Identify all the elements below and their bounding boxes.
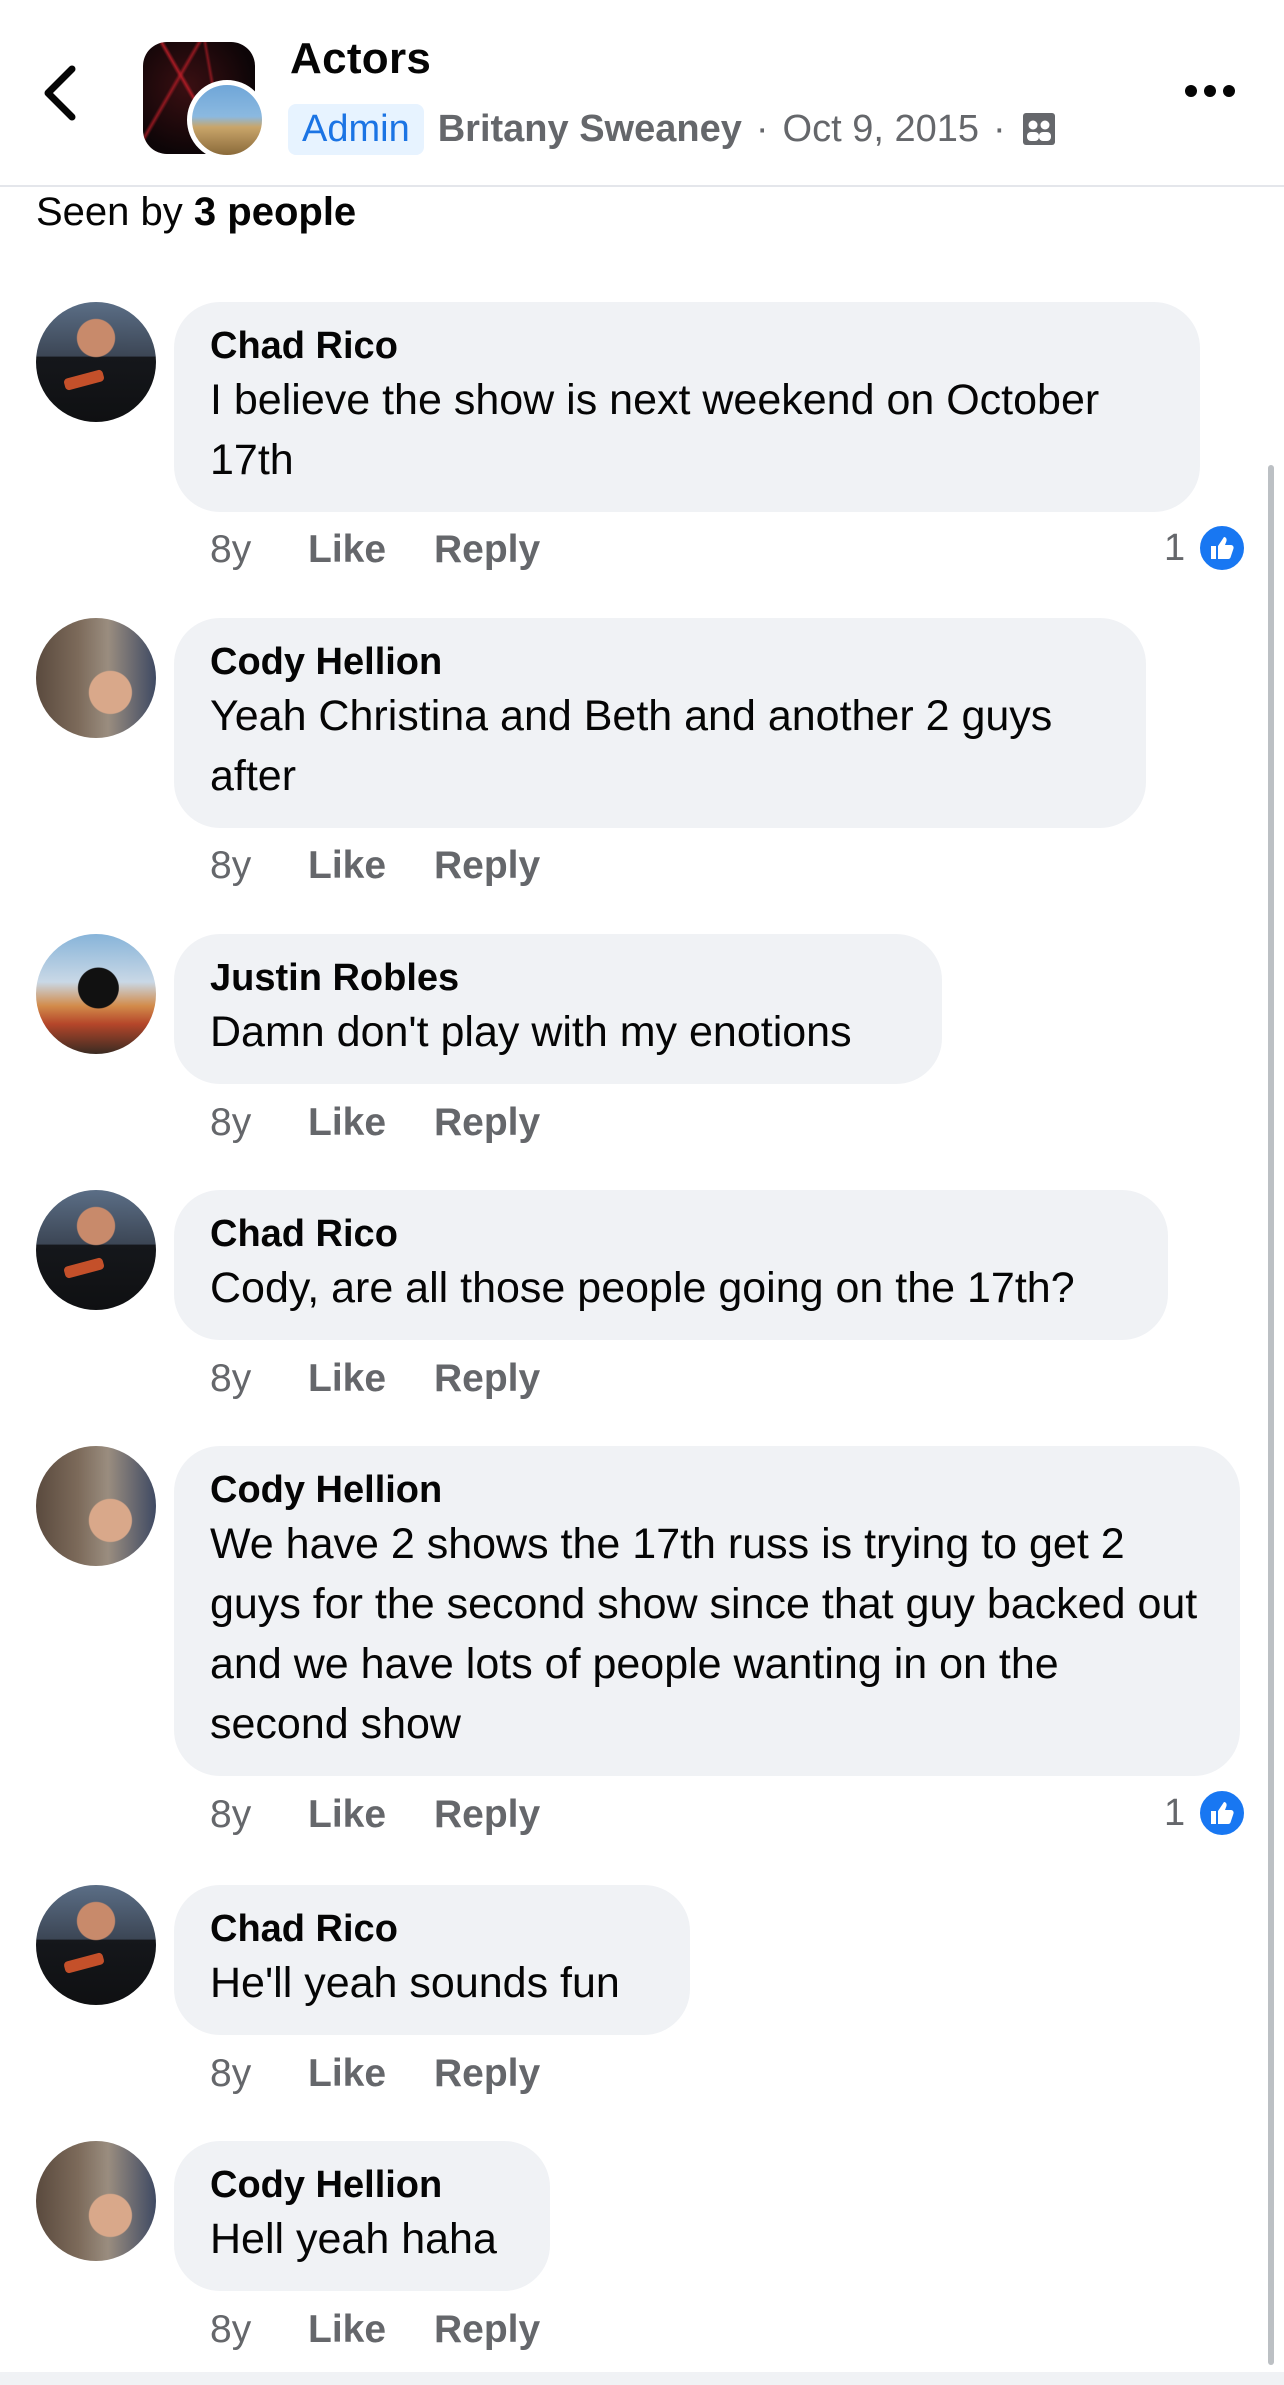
comment-actions: 8y Like Reply [210,1098,540,1148]
comment-bubble[interactable]: Chad Rico He'll yeah sounds fun [174,1885,690,2035]
reaction-number: 1 [1164,1791,1186,1834]
post-comments-screen: Actors Admin Britany Sweaney · Oct 9, 20… [0,0,1284,2385]
poster-avatar[interactable] [187,80,267,160]
comment-author[interactable]: Chad Rico [210,1210,1132,1258]
meta-separator: · [992,107,1006,150]
like-thumb-icon [1197,523,1248,573]
seen-by-prefix: Seen by [36,190,183,234]
comment-bubble[interactable]: Chad Rico I believe the show is next wee… [174,302,1200,512]
comment-author[interactable]: Cody Hellion [210,1466,1204,1514]
like-button[interactable]: Like [308,844,434,888]
back-arrow-icon [44,65,76,121]
comment-author[interactable]: Justin Robles [210,954,906,1002]
group-privacy-icon [1022,113,1055,145]
comment-bubble[interactable]: Justin Robles Damn don't play with my en… [174,934,942,1084]
comment-actions: 8y Like Reply [210,841,540,891]
like-thumb-icon [1197,1788,1248,1838]
comment-time[interactable]: 8y [210,1793,308,1837]
like-button[interactable]: Like [308,2308,434,2352]
comment-text: I believe the show is next weekend on Oc… [210,376,1100,484]
back-button[interactable] [40,58,100,128]
avatar[interactable] [36,302,156,422]
comment-time[interactable]: 8y [210,528,308,572]
reaction-count[interactable]: 1 [1164,523,1248,573]
comment-time[interactable]: 8y [210,1101,308,1145]
like-button[interactable]: Like [308,1357,434,1401]
group-name[interactable]: Actors [290,34,431,84]
avatar[interactable] [36,934,156,1054]
comment-actions: 8y Like Reply [210,525,540,575]
bottom-edge [0,2372,1284,2385]
comment-time[interactable]: 8y [210,844,308,888]
reply-button[interactable]: Reply [434,2052,540,2096]
reply-button[interactable]: Reply [434,1101,540,1145]
reply-button[interactable]: Reply [434,844,540,888]
comment-time[interactable]: 8y [210,2308,308,2352]
admin-badge: Admin [288,103,424,155]
avatar[interactable] [36,1446,156,1566]
avatar[interactable] [36,2141,156,2261]
comment-bubble[interactable]: Chad Rico Cody, are all those people goi… [174,1190,1168,1340]
avatar[interactable] [36,618,156,738]
like-button[interactable]: Like [308,1101,434,1145]
comment-author[interactable]: Cody Hellion [210,638,1110,686]
seen-by-count: 3 people [193,190,357,234]
like-button[interactable]: Like [308,2052,434,2096]
like-button[interactable]: Like [308,1793,434,1837]
reaction-number: 1 [1164,526,1186,569]
comment-time[interactable]: 8y [210,2052,308,2096]
more-options-icon[interactable] [1185,76,1241,106]
seen-by[interactable]: Seen by 3 people [36,190,356,235]
comment-actions: 8y Like Reply [210,1354,540,1404]
comment-actions: 8y Like Reply [210,2305,540,2355]
comment-actions: 8y Like Reply [210,2049,540,2099]
comment-author[interactable]: Chad Rico [210,322,1164,370]
poster-name[interactable]: Britany Sweaney [438,108,742,151]
avatar[interactable] [36,1885,156,2005]
comment-bubble[interactable]: Cody Hellion Hell yeah haha [174,2141,550,2291]
comment-text: We have 2 shows the 17th russ is trying … [210,1520,1198,1748]
reply-button[interactable]: Reply [434,1793,540,1837]
reply-button[interactable]: Reply [434,2308,540,2352]
scrollbar[interactable] [1268,465,1274,2365]
comment-text: Cody, are all those people going on the … [210,1264,1075,1312]
comment-text: Hell yeah haha [210,2215,497,2263]
post-meta: Admin Britany Sweaney · Oct 9, 2015 · [288,99,1058,159]
meta-separator: · [755,107,769,150]
comment-author[interactable]: Cody Hellion [210,2161,514,2209]
comment-bubble[interactable]: Cody Hellion Yeah Christina and Beth and… [174,618,1146,828]
reply-button[interactable]: Reply [434,528,540,572]
comment-bubble[interactable]: Cody Hellion We have 2 shows the 17th ru… [174,1446,1240,1776]
reply-button[interactable]: Reply [434,1357,540,1401]
comment-time[interactable]: 8y [210,1357,308,1401]
like-button[interactable]: Like [308,528,434,572]
comment-actions: 8y Like Reply [210,1790,540,1840]
comment-text: Damn don't play with my enotions [210,1008,852,1056]
reaction-count[interactable]: 1 [1164,1788,1248,1838]
comment-text: Yeah Christina and Beth and another 2 gu… [210,692,1053,800]
avatar[interactable] [36,1190,156,1310]
comment-author[interactable]: Chad Rico [210,1905,654,1953]
comment-text: He'll yeah sounds fun [210,1959,620,2007]
post-date[interactable]: Oct 9, 2015 [783,108,979,151]
post-header: Actors Admin Britany Sweaney · Oct 9, 20… [0,0,1284,187]
